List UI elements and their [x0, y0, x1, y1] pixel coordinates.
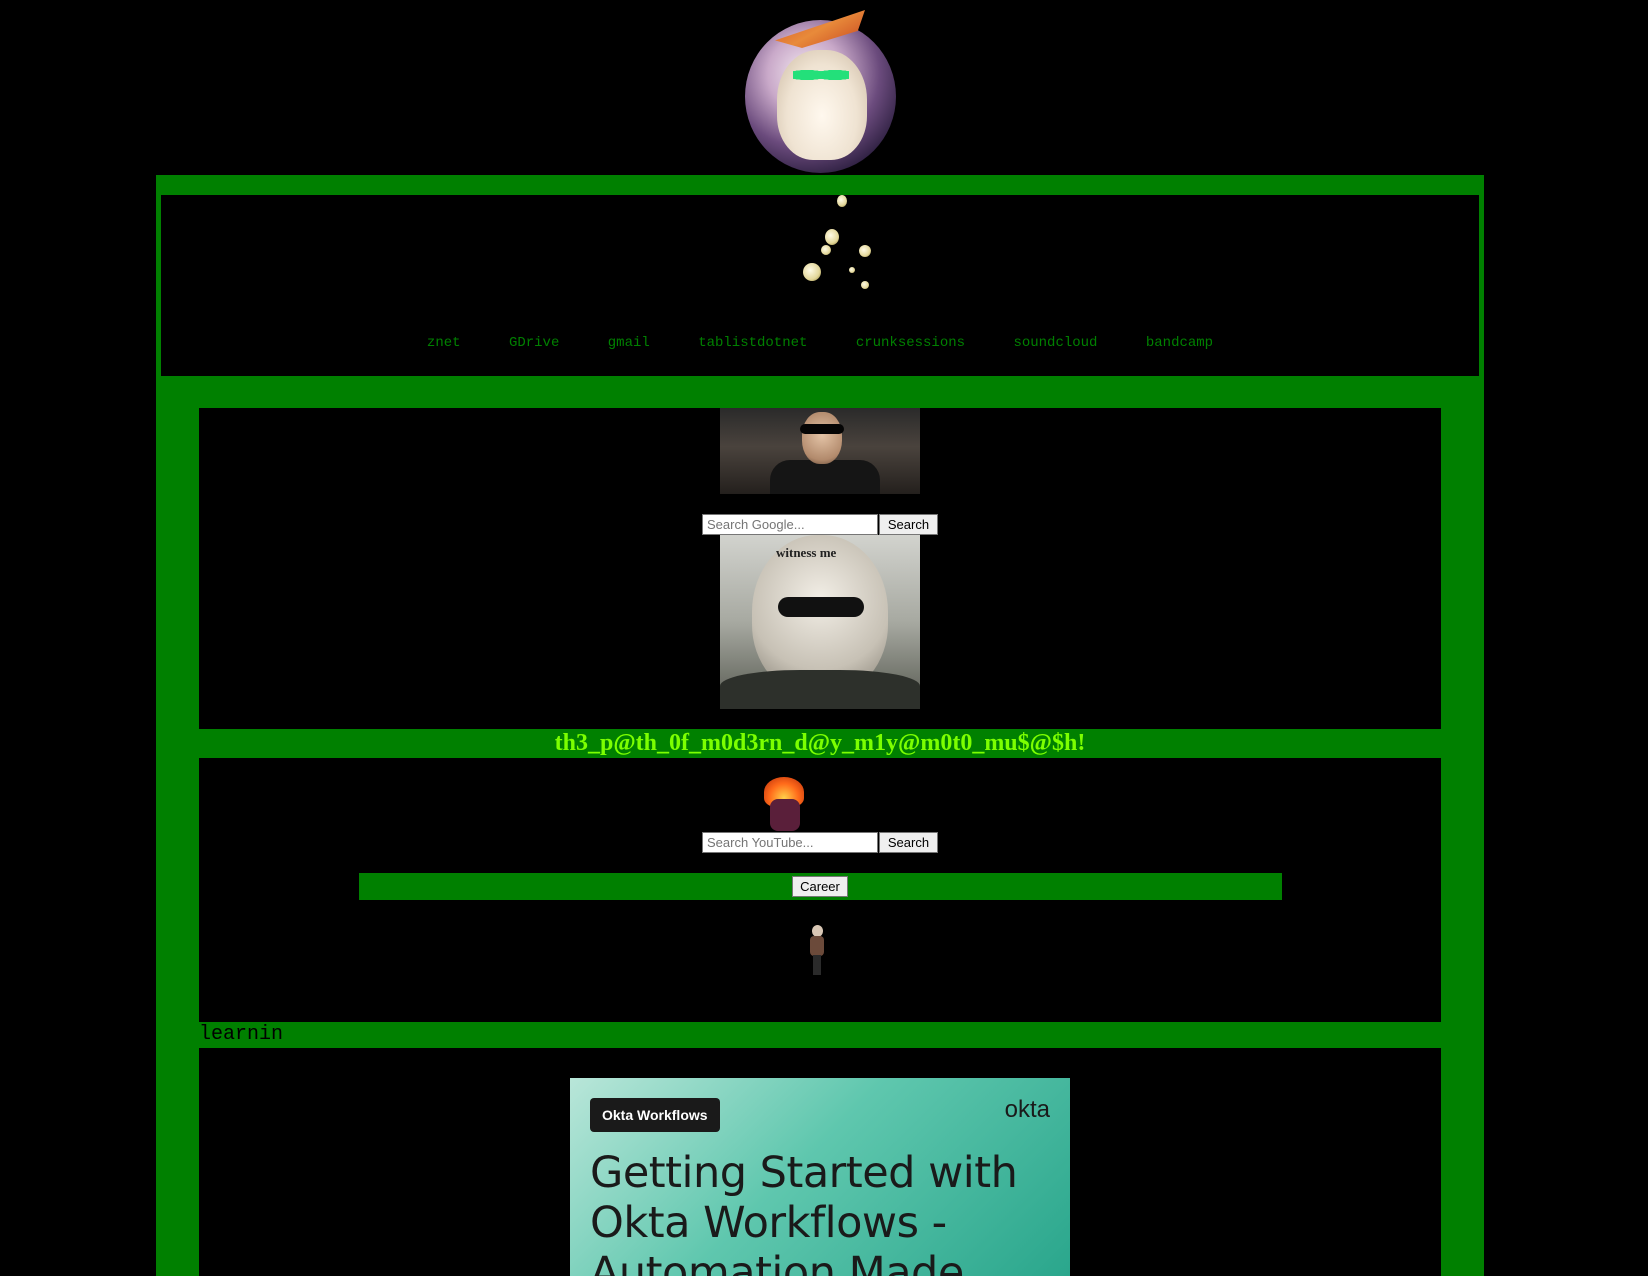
floating-eyeball-icon	[861, 281, 869, 289]
avatar-image	[745, 20, 896, 173]
learnin-heading: learnin	[199, 1023, 284, 1046]
meme-text: witness me	[776, 545, 837, 560]
floating-eyeball-icon	[837, 195, 847, 207]
nav-link-bandcamp[interactable]: bandcamp	[1146, 335, 1213, 351]
google-search-button[interactable]: Search	[879, 514, 938, 535]
floating-eyeball-icon	[825, 229, 839, 245]
nav-link-gdrive[interactable]: GDrive	[509, 335, 559, 351]
morpheus-meme-image: witness me	[720, 535, 920, 709]
nav-link-gmail[interactable]: gmail	[608, 335, 650, 351]
nav-link-tablistdotnet[interactable]: tablistdotnet	[698, 335, 807, 351]
fire-character-gif	[758, 777, 810, 831]
glowing-eyes	[793, 65, 849, 85]
nav-link-soundcloud[interactable]: soundcloud	[1013, 335, 1097, 351]
career-button[interactable]: Career	[792, 876, 848, 897]
google-search-input[interactable]	[702, 514, 878, 535]
dancing-figure-gif	[805, 925, 829, 975]
okta-logo: okta	[1004, 1096, 1050, 1123]
floating-eyeball-icon	[849, 267, 855, 273]
floating-eyeball-icon	[821, 245, 831, 255]
youtube-search-input[interactable]	[702, 832, 878, 853]
motto-heading: th3_p@th_0f_m0d3rn_d@y_m1y@m0t0_mu$@$h!	[554, 730, 1086, 756]
floating-eyeball-icon	[859, 245, 871, 257]
neo-gif-image	[720, 408, 920, 494]
youtube-search-button[interactable]: Search	[879, 832, 938, 853]
okta-workflows-card[interactable]: Okta Workflows okta Getting Started with…	[570, 1078, 1070, 1276]
nav-links: znet GDrive gmail tablistdotnet crunkses…	[159, 335, 1481, 351]
okta-badge: Okta Workflows	[590, 1098, 720, 1132]
nav-link-crunksessions[interactable]: crunksessions	[856, 335, 965, 351]
floating-eyeball-icon	[803, 263, 821, 281]
nav-link-znet[interactable]: znet	[427, 335, 461, 351]
okta-headline: Getting Started with Okta Workflows - Au…	[590, 1148, 1018, 1276]
